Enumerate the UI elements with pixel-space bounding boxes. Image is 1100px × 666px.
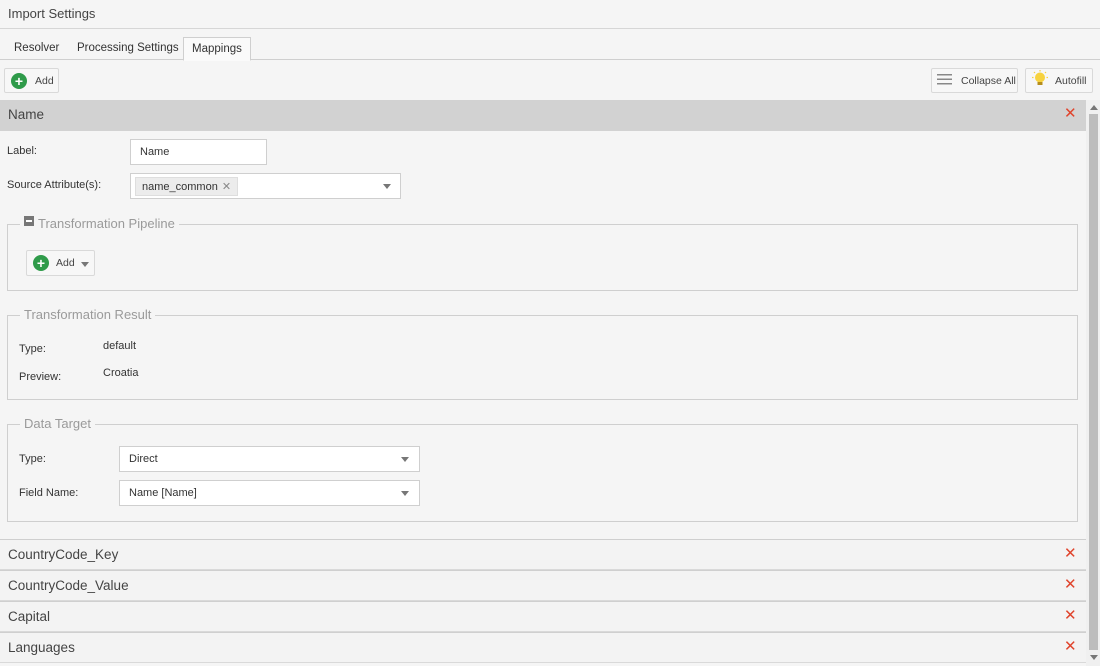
target-field-select[interactable]: Name [Name] [119,480,420,506]
tab-mappings[interactable]: Mappings [183,37,251,61]
source-attribute-tag: name_common ✕ [135,177,239,196]
source-attribute-tag-label: name_common [142,181,218,193]
pipeline-add-button[interactable]: + Add [26,250,95,276]
mapping-header-label: CountryCode_Value [8,578,129,593]
close-icon[interactable]: ✕ [1064,606,1077,624]
result-preview-caption: Preview: [19,371,62,383]
transformation-result-legend: Transformation Result [20,307,156,322]
collapse-all-label: Collapse All [961,74,1016,87]
result-type-caption: Type: [19,343,46,355]
transformation-pipeline-title: Transformation Pipeline [38,216,175,231]
data-target-group: Data Target Type: Direct Field Name: Nam… [7,416,1078,522]
mapping-header-label: Capital [8,609,51,624]
mapping-header-label: CountryCode_Key [8,547,119,562]
mapping-header-capital[interactable]: Capital ✕ [0,601,1086,632]
chevron-down-icon [383,184,391,189]
lines-icon [937,73,952,88]
tab-resolver[interactable]: Resolver [6,37,67,60]
mapping-header-countrycode-value[interactable]: CountryCode_Value ✕ [0,570,1086,601]
chevron-down-icon [401,457,409,462]
scrollbar-thumb[interactable] [1089,114,1098,650]
mapping-header-label: Languages [8,640,75,655]
collapse-minus-icon[interactable] [24,216,34,226]
collapse-all-button[interactable]: Collapse All [931,68,1018,93]
data-target-legend: Data Target [20,416,95,431]
window-title-bar: Import Settings [0,0,1100,29]
source-attributes-caption: Source Attribute(s): [7,179,102,191]
close-icon[interactable]: ✕ [1064,544,1077,562]
target-type-select[interactable]: Direct [119,446,420,472]
autofill-button[interactable]: Autofill [1025,68,1093,93]
scroll-up-icon[interactable] [1090,105,1098,110]
autofill-label: Autofill [1055,74,1087,87]
chevron-down-icon [80,261,89,267]
label-caption: Label: [7,145,37,157]
transformation-result-group: Transformation Result Type: default Prev… [7,307,1078,400]
tab-bar: Resolver Processing Settings Mappings [0,29,1100,61]
add-mapping-label: Add [35,74,54,87]
result-type-value: default [103,340,137,352]
plus-circle-icon: + [11,72,27,89]
target-type-value: Direct [129,453,158,465]
result-preview-value: Croatia [103,367,139,379]
mapping-header-label: Name [8,107,45,122]
pipeline-add-label: Add [56,257,75,269]
mapping-header-name[interactable]: Name ✕ [0,100,1086,131]
mapping-header-languages[interactable]: Languages ✕ [0,632,1086,663]
plus-circle-icon: + [33,255,49,271]
mapping-header-countrycode-key[interactable]: CountryCode_Key ✕ [0,539,1086,570]
remove-tag-icon[interactable]: ✕ [222,181,231,193]
close-icon[interactable]: ✕ [1064,104,1077,122]
target-type-caption: Type: [19,453,46,465]
lightbulb-icon [1031,70,1049,91]
close-icon[interactable]: ✕ [1064,575,1077,593]
transformation-pipeline-legend[interactable]: Transformation Pipeline [20,216,179,231]
mappings-list: Name ✕ Label: Name Source Attribute(s): … [0,100,1086,666]
tab-processing-settings[interactable]: Processing Settings [69,37,187,60]
transformation-pipeline-group: Transformation Pipeline + Add [7,216,1078,291]
close-icon[interactable]: ✕ [1064,637,1077,655]
vertical-scrollbar[interactable] [1086,100,1100,666]
source-attributes-select[interactable]: name_common ✕ [130,173,401,199]
window-title: Import Settings [8,6,96,21]
target-field-caption: Field Name: [19,487,79,499]
add-mapping-button[interactable]: + Add [4,68,59,93]
target-field-value: Name [Name] [129,487,197,499]
toolbar: + Add Collapse All Autofill [0,60,1100,100]
chevron-down-icon [401,491,409,496]
label-input[interactable]: Name [130,139,267,165]
scroll-down-icon[interactable] [1090,655,1098,660]
